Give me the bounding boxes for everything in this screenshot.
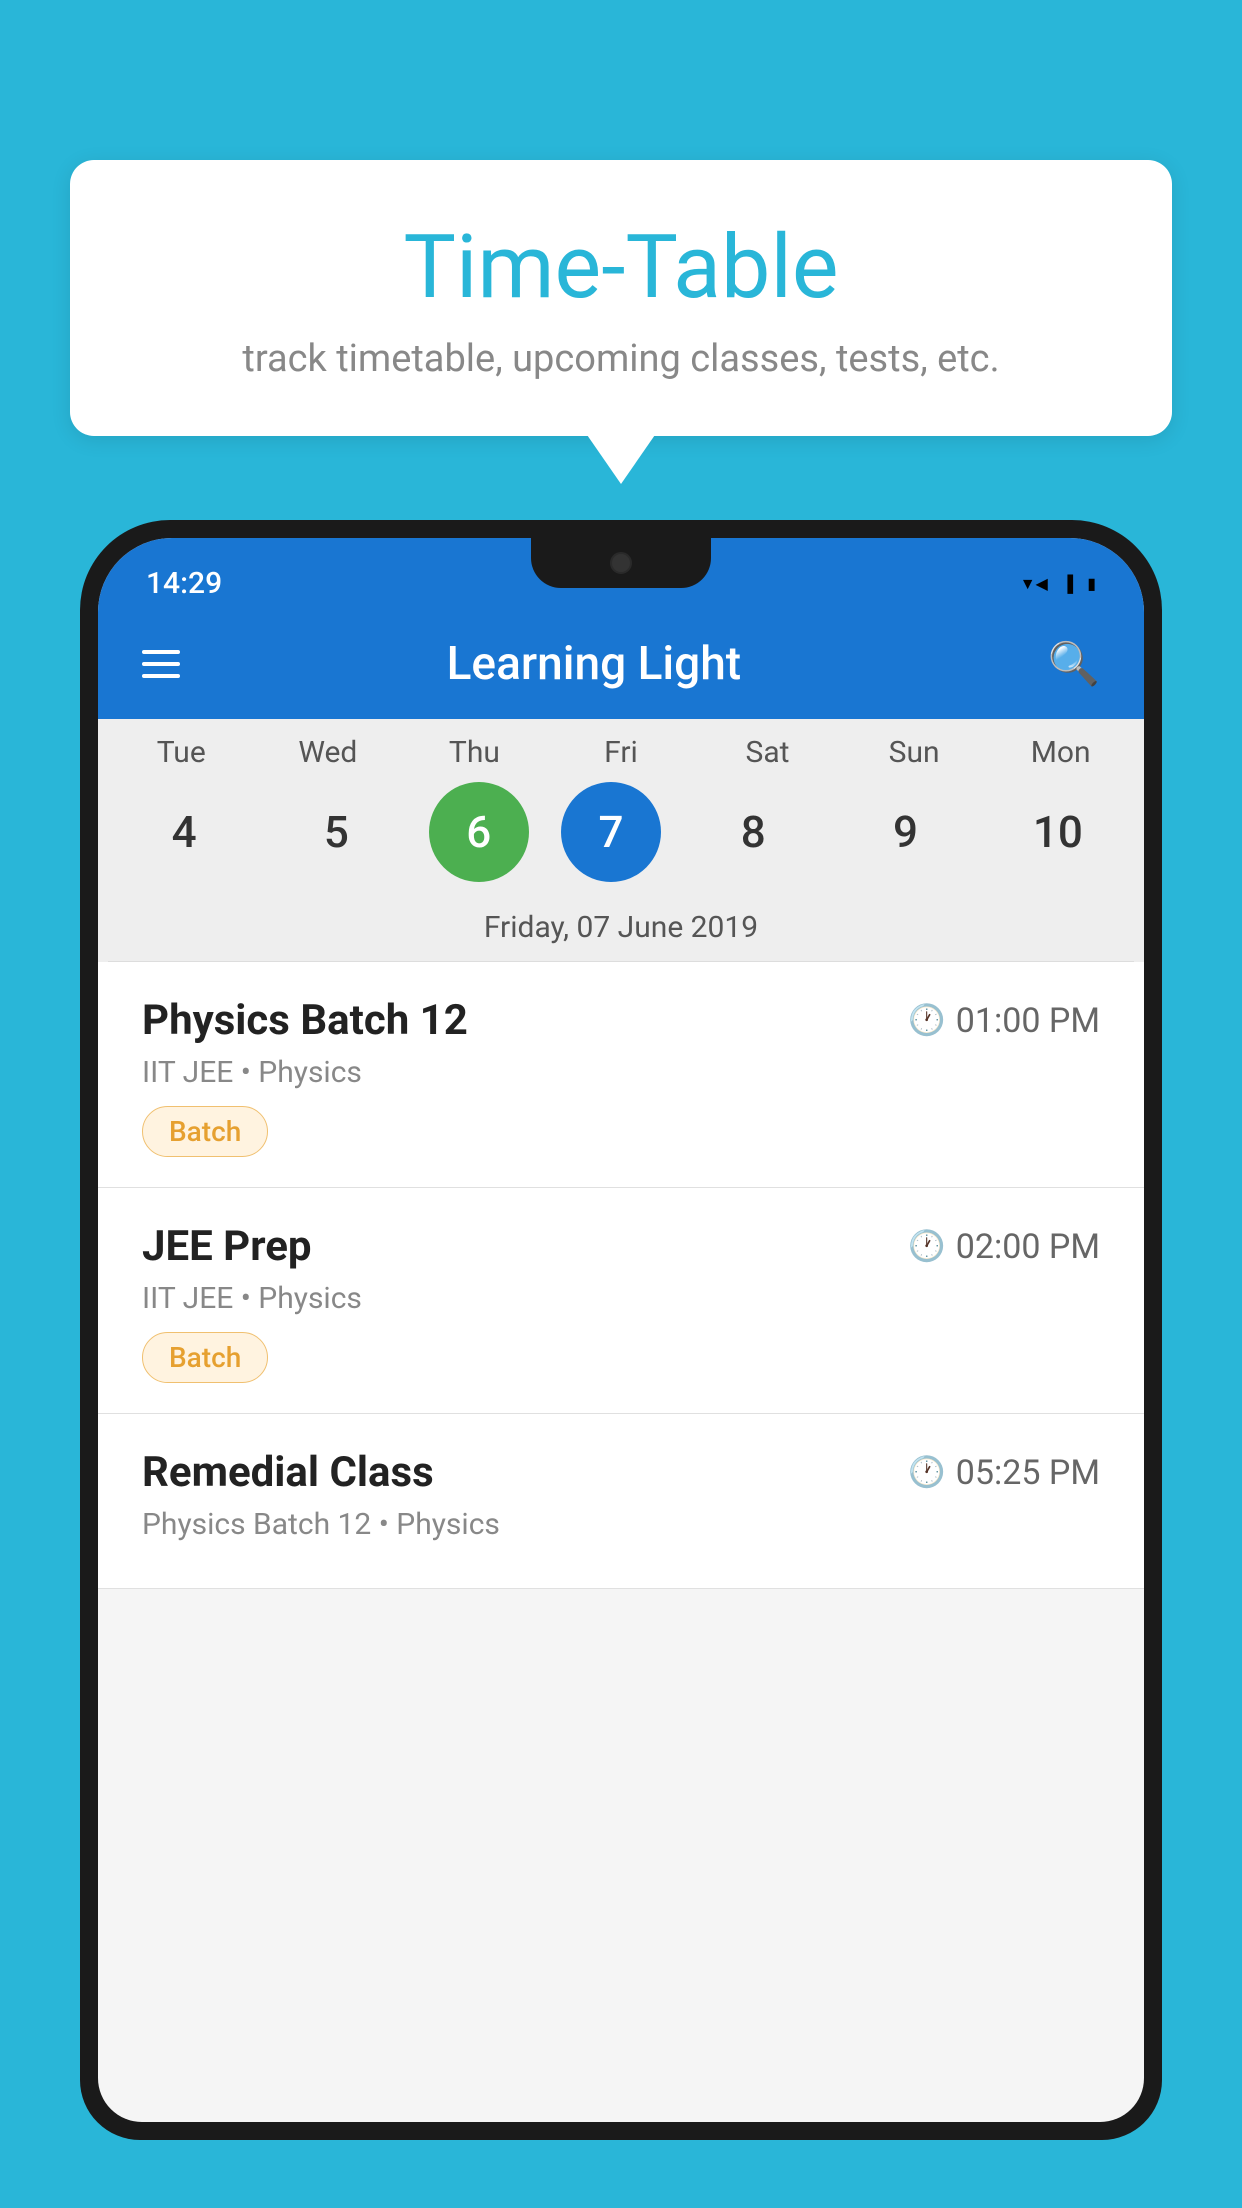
date-cell-7-selected[interactable]: 7 (561, 782, 661, 882)
phone-notch (531, 538, 711, 588)
wifi-icon: ▼◀ (1020, 574, 1048, 594)
clock-icon-2: 🕐 (908, 1229, 945, 1264)
date-cell-8[interactable]: 8 (693, 782, 813, 882)
item-title-3: Remedial Class (142, 1448, 434, 1497)
signal-icon: ▐ (1062, 574, 1073, 594)
day-label-thu[interactable]: Thu (414, 735, 534, 770)
day-label-sun[interactable]: Sun (854, 735, 974, 770)
item-header-1: Physics Batch 12 🕐 01:00 PM (142, 996, 1100, 1045)
batch-tag-1: Batch (142, 1106, 268, 1157)
schedule-item-2[interactable]: JEE Prep 🕐 02:00 PM IIT JEE • Physics Ba… (98, 1188, 1144, 1414)
day-label-mon[interactable]: Mon (1001, 735, 1121, 770)
battery-icon: ▮ (1087, 574, 1096, 593)
date-cell-9[interactable]: 9 (846, 782, 966, 882)
item-time-value-2: 02:00 PM (956, 1227, 1100, 1267)
date-cell-10[interactable]: 10 (998, 782, 1118, 882)
search-icon[interactable]: 🔍 (1048, 640, 1100, 689)
schedule-item-1[interactable]: Physics Batch 12 🕐 01:00 PM IIT JEE • Ph… (98, 962, 1144, 1188)
camera-dot (610, 552, 632, 574)
calendar-strip: Tue Wed Thu Fri Sat Sun Mon 4 5 6 7 8 9 … (98, 719, 1144, 962)
item-time-1: 🕐 01:00 PM (908, 1001, 1100, 1041)
item-header-3: Remedial Class 🕐 05:25 PM (142, 1448, 1100, 1497)
day-label-tue[interactable]: Tue (121, 735, 241, 770)
clock-icon-1: 🕐 (908, 1003, 945, 1038)
day-label-wed[interactable]: Wed (268, 735, 388, 770)
batch-tag-2: Batch (142, 1332, 268, 1383)
speech-bubble-container: Time-Table track timetable, upcoming cla… (70, 160, 1172, 436)
dates-row: 4 5 6 7 8 9 10 (108, 776, 1134, 898)
app-title: Learning Light (140, 637, 1048, 691)
bubble-subtitle: track timetable, upcoming classes, tests… (130, 337, 1112, 381)
item-title-2: JEE Prep (142, 1222, 312, 1271)
phone-screen: 14:29 ▼◀ ▐ ▮ Learning Light 🔍 (98, 538, 1144, 2122)
date-cell-6-today[interactable]: 6 (429, 782, 529, 882)
status-time: 14:29 (146, 566, 222, 601)
speech-bubble: Time-Table track timetable, upcoming cla… (70, 160, 1172, 436)
item-time-value-3: 05:25 PM (956, 1453, 1100, 1493)
day-label-fri[interactable]: Fri (561, 735, 681, 770)
item-time-2: 🕐 02:00 PM (908, 1227, 1100, 1267)
schedule-item-3[interactable]: Remedial Class 🕐 05:25 PM Physics Batch … (98, 1414, 1144, 1589)
clock-icon-3: 🕐 (908, 1455, 945, 1490)
item-time-value-1: 01:00 PM (956, 1001, 1100, 1041)
days-row: Tue Wed Thu Fri Sat Sun Mon (108, 719, 1134, 776)
item-subtitle-1: IIT JEE • Physics (142, 1055, 1100, 1090)
phone-outer: 14:29 ▼◀ ▐ ▮ Learning Light 🔍 (80, 520, 1162, 2140)
item-header-2: JEE Prep 🕐 02:00 PM (142, 1222, 1100, 1271)
item-subtitle-2: IIT JEE • Physics (142, 1281, 1100, 1316)
selected-date-label: Friday, 07 June 2019 (108, 898, 1134, 962)
date-cell-4[interactable]: 4 (124, 782, 244, 882)
bubble-title: Time-Table (130, 220, 1112, 317)
item-title-1: Physics Batch 12 (142, 996, 468, 1045)
schedule-list: Physics Batch 12 🕐 01:00 PM IIT JEE • Ph… (98, 962, 1144, 1589)
date-cell-5[interactable]: 5 (276, 782, 396, 882)
app-header: Learning Light 🔍 (98, 615, 1144, 719)
status-icons: ▼◀ ▐ ▮ (1020, 574, 1096, 594)
item-time-3: 🕐 05:25 PM (908, 1453, 1100, 1493)
day-label-sat[interactable]: Sat (708, 735, 828, 770)
phone-frame: 14:29 ▼◀ ▐ ▮ Learning Light 🔍 (80, 520, 1162, 2208)
item-subtitle-3: Physics Batch 12 • Physics (142, 1507, 1100, 1542)
